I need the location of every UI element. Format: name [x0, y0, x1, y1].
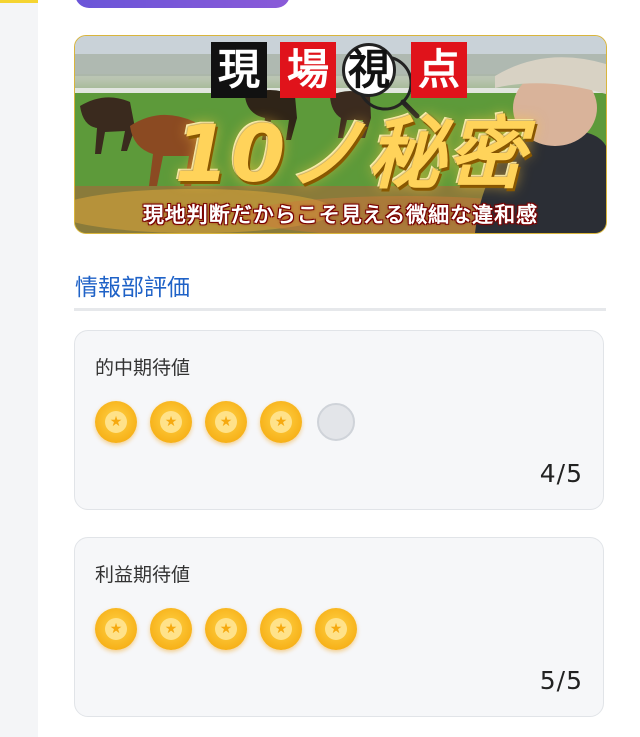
rating-card-hit: 的中期待値 ★ ★ ★ ★ 4/5	[74, 330, 604, 510]
banner-kanji-3: 視	[342, 43, 396, 97]
banner-subtitle: 現地判断だからこそ見える微細な違和感	[142, 202, 539, 227]
top-tab-button[interactable]	[75, 0, 290, 8]
section-heading: 情報部評価	[75, 275, 190, 301]
section-divider	[74, 308, 606, 311]
star-filled-icon: ★	[150, 401, 192, 443]
banner-kanji-1: 現	[211, 42, 267, 98]
star-filled-icon: ★	[205, 401, 247, 443]
star-filled-icon: ★	[260, 608, 302, 650]
star-filled-icon: ★	[205, 608, 247, 650]
banner-title: 10ノ秘密	[174, 110, 528, 200]
star-filled-icon: ★	[95, 401, 137, 443]
star-filled-icon: ★	[315, 608, 357, 650]
rating-stars: ★ ★ ★ ★ ★	[95, 608, 357, 650]
star-empty-icon	[317, 403, 355, 441]
star-filled-icon: ★	[260, 401, 302, 443]
star-filled-icon: ★	[95, 608, 137, 650]
rating-label: 利益期待値	[95, 564, 191, 586]
rating-card-profit: 利益期待値 ★ ★ ★ ★ ★ 5/5	[74, 537, 604, 717]
banner-kanji-2: 場	[280, 42, 336, 98]
rating-score: 4/5	[539, 459, 583, 488]
rating-score: 5/5	[539, 666, 583, 695]
banner-kanji-3-wrap: 視	[341, 42, 397, 98]
banner-kanji-4: 点	[411, 42, 467, 98]
rating-stars: ★ ★ ★ ★	[95, 401, 357, 443]
feature-banner[interactable]: 現 場 視 点 10ノ秘密 現地判断だからこそ見える微細な違和感	[74, 35, 607, 234]
star-filled-icon: ★	[150, 608, 192, 650]
rating-label: 的中期待値	[95, 357, 191, 379]
